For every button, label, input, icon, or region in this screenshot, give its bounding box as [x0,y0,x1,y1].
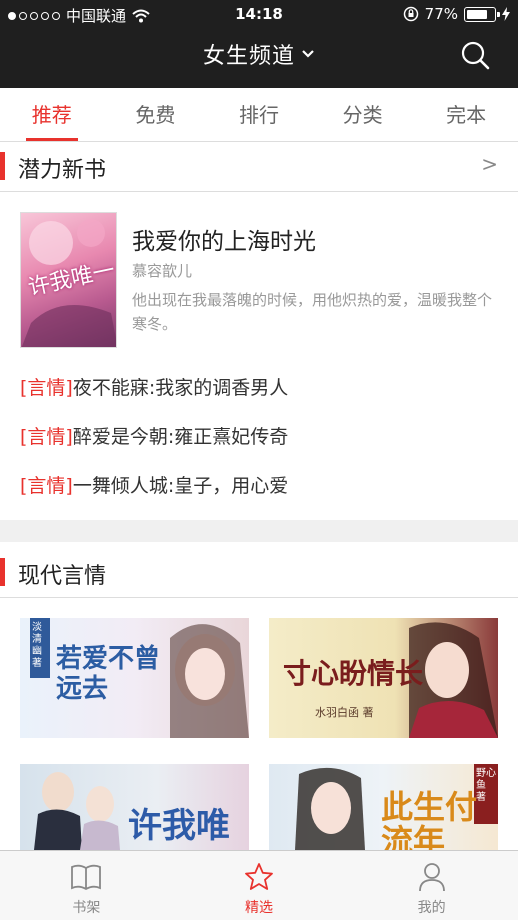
nav-bookshelf[interactable]: 书架 [0,851,173,920]
channel-title: 女生频道 [202,44,295,69]
card-author: 水羽白函 著 [315,706,374,719]
genre-tag: [言情] [20,377,73,399]
section-more-chevron[interactable]: > [481,152,498,176]
list-item-title: 一舞倾人城:皇子，用心爱 [72,475,289,497]
book-cover: 许我唯一 [20,212,117,348]
card-author: 淡清幽 著 [32,622,42,669]
tab-category[interactable]: 分类 [311,88,415,141]
list-item[interactable]: [言情]醉爱是今朝:雍正熹妃传奇 [20,419,498,468]
status-right: 77% [403,5,510,23]
book-card[interactable]: 许我唯一 [20,764,249,850]
battery-icon [464,6,500,22]
nav-label: 书架 [72,900,101,916]
card-title: 此生付流年 [381,788,478,850]
bottom-nav: 书架 精选 我的 [0,850,518,920]
section-divider [0,520,518,542]
charging-icon [502,7,510,21]
book-description: 他出现在我最落魄的时候，用他炽热的爱，温暖我整个寒冬。 [132,291,493,333]
channel-tabs: 推荐 免费 排行 分类 完本 [0,88,518,142]
section-potential-header[interactable]: 潜力新书 > [0,142,518,192]
nav-featured[interactable]: 精选 [173,851,346,920]
section-accent-bar [0,558,5,586]
tab-ranking[interactable]: 排行 [207,88,311,141]
star-icon [245,863,273,890]
section-accent-bar [0,152,5,180]
list-item-title: 醉爱是今朝:雍正熹妃传奇 [72,426,289,448]
battery-percent: 77% [424,5,458,23]
nav-label: 我的 [417,900,446,916]
book-card[interactable]: 寸心盼情长 水羽白函 著 [269,618,498,738]
card-author: 野心鱼 著 [476,768,496,803]
book-list: [言情]夜不能寐:我家的调香男人 [言情]醉爱是今朝:雍正熹妃传奇 [言情]一舞… [20,370,498,517]
section-title: 现代言情 [18,564,107,589]
channel-switcher[interactable]: 女生频道 [0,38,518,70]
tab-finished[interactable]: 完本 [414,88,518,141]
book-card[interactable]: 若爱不曾远去 淡清幽 著 [20,618,249,738]
top-bar: 中国联通 14:18 77% 女生频道 [0,0,518,88]
nav-label: 精选 [245,900,273,916]
genre-tag: [言情] [20,426,73,448]
list-item[interactable]: [言情]一舞倾人城:皇子，用心爱 [20,468,498,517]
card-title: 寸心盼情长 [283,657,424,690]
section-modern-header[interactable]: 现代言情 [0,548,518,598]
book-card[interactable]: 此生付流年 野心鱼 著 [269,764,498,850]
tab-recommend[interactable]: 推荐 [0,88,104,141]
list-item[interactable]: [言情]夜不能寐:我家的调香男人 [20,370,498,419]
search-icon[interactable] [460,40,490,70]
card-title: 许我唯一 [128,806,230,846]
book-title: 我爱你的上海时光 [132,229,316,255]
section-title: 潜力新书 [18,158,107,183]
list-item-title: 夜不能寐:我家的调香男人 [72,377,289,399]
orientation-lock-icon [403,6,418,22]
person-icon [418,863,445,892]
genre-tag: [言情] [20,475,73,497]
book-author: 慕容歆儿 [132,262,193,280]
tab-free[interactable]: 免费 [104,88,208,141]
chevron-down-icon [302,50,314,58]
status-bar: 中国联通 14:18 77% [0,0,518,28]
featured-book[interactable]: 许我唯一 我爱你的上海时光 慕容歆儿 他出现在我最落魄的时候，用他炽热的爱，温暖… [20,212,498,352]
card-title: 若爱不曾远去 [56,644,161,704]
book-icon [71,864,102,891]
nav-mine[interactable]: 我的 [345,851,518,920]
